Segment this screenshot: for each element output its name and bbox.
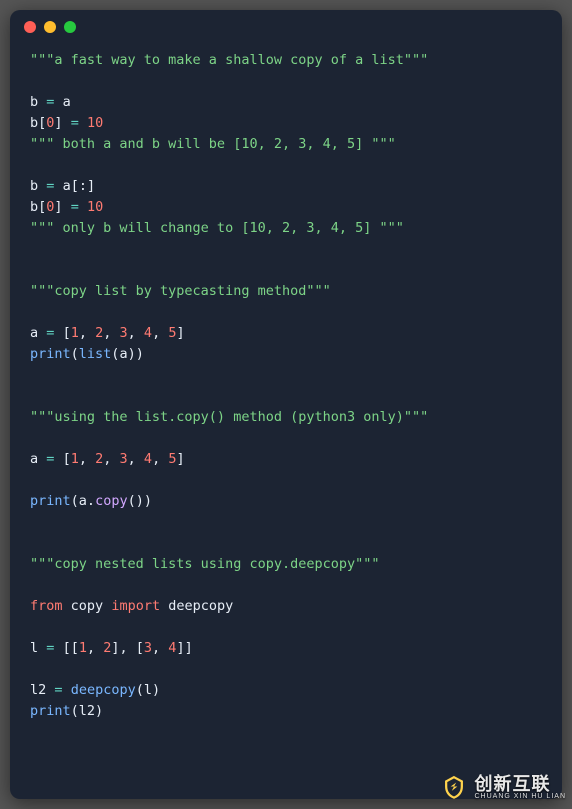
code-window: """a fast way to make a shallow copy of … [10,10,562,799]
watermark-sub: CHUANG XIN HU LIAN [474,793,566,800]
minimize-icon[interactable] [44,21,56,33]
window-titlebar [10,10,562,44]
maximize-icon[interactable] [64,21,76,33]
watermark: 创新互联 CHUANG XIN HU LIAN [440,773,566,801]
watermark-brand: 创新互联 [474,775,566,793]
code-block: """a fast way to make a shallow copy of … [10,44,562,742]
close-icon[interactable] [24,21,36,33]
watermark-text: 创新互联 CHUANG XIN HU LIAN [474,775,566,800]
watermark-logo-icon [440,773,468,801]
